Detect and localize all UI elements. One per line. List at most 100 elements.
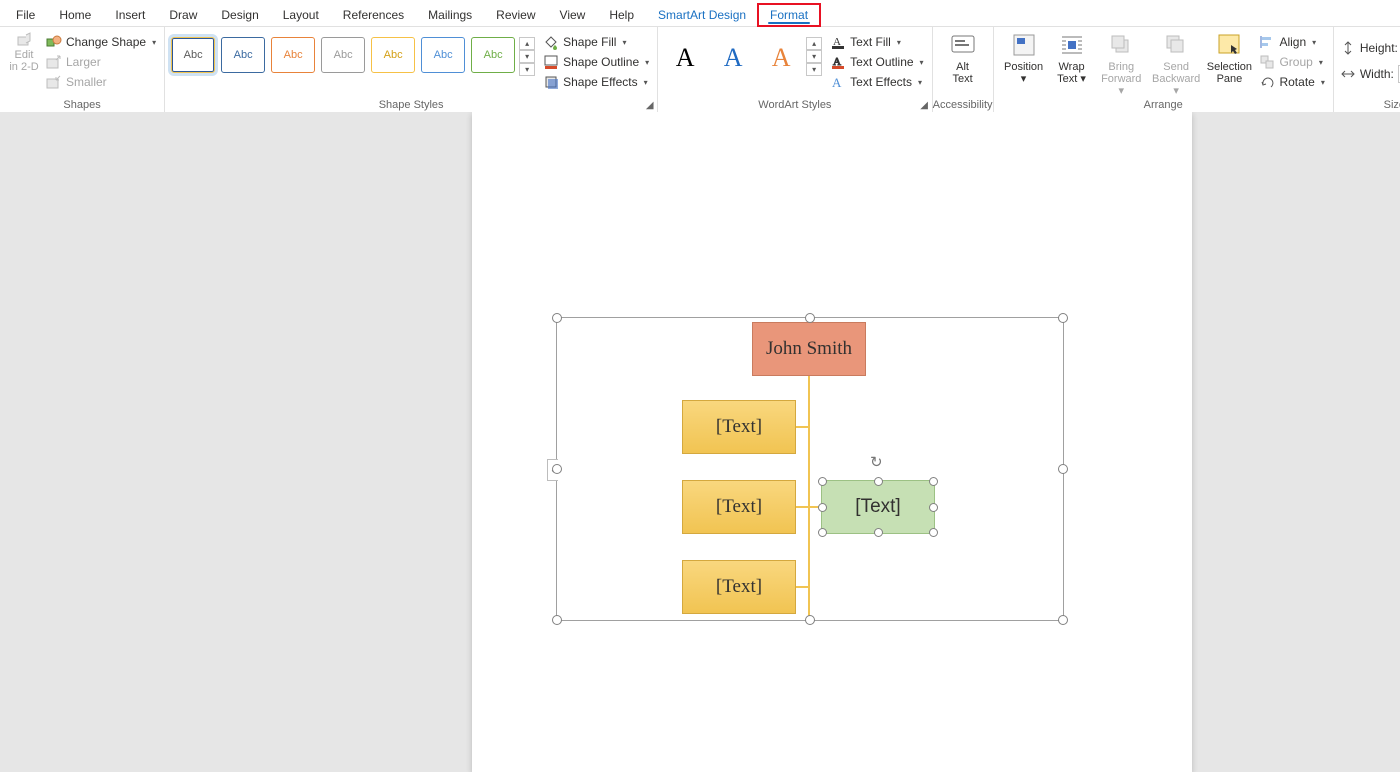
edit-in-2d-label: Edit in 2-D [9, 49, 38, 73]
shape-style-swatch-1[interactable]: Abc [171, 37, 215, 73]
node-handle-e[interactable] [929, 503, 938, 512]
wordart-swatch-2[interactable]: A [712, 37, 754, 73]
edit-2d-icon [16, 31, 32, 47]
align-button[interactable]: Align▾ [1257, 33, 1326, 51]
send-backward-button: SendBackward ▾ [1147, 29, 1205, 99]
selection-pane-button[interactable]: SelectionPane [1205, 29, 1253, 87]
group-accessibility: Alt Text Accessibility [933, 27, 994, 113]
shape-styles-launcher[interactable]: ◢ [644, 100, 655, 111]
alt-text-icon [949, 31, 977, 59]
gallery-up-button[interactable]: ▴ [519, 37, 535, 50]
node-handle-sw[interactable] [818, 528, 827, 537]
shape-style-swatch-6[interactable]: Abc [421, 37, 465, 73]
shape-styles-gallery-scroll[interactable]: ▴ ▾ ▾ [519, 29, 535, 76]
tab-mailings[interactable]: Mailings [416, 4, 484, 26]
frame-handle-e[interactable] [1058, 464, 1068, 474]
smartart-frame[interactable]: John Smith [Text] [Text] [Text] [Text] ↻… [556, 317, 1064, 621]
node-handle-n[interactable] [874, 477, 883, 486]
wrap-text-button[interactable]: WrapText ▾ [1048, 29, 1096, 87]
node-handle-ne[interactable] [929, 477, 938, 486]
bring-forward-label: BringForward ▾ [1100, 61, 1143, 97]
shape-style-swatch-3[interactable]: Abc [271, 37, 315, 73]
wordart-launcher[interactable]: ◢ [919, 100, 930, 111]
tab-insert[interactable]: Insert [103, 4, 157, 26]
text-fill-button[interactable]: A Text Fill▾ [828, 33, 925, 51]
shape-style-swatch-2[interactable]: Abc [221, 37, 265, 73]
wordart-gallery[interactable]: A A A [664, 29, 802, 73]
shape-fill-button[interactable]: Shape Fill▾ [541, 33, 651, 51]
position-button[interactable]: Position▾ [1000, 29, 1048, 87]
selected-node-text: [Text] [855, 496, 900, 518]
larger-label: Larger [66, 55, 101, 69]
tab-view[interactable]: View [548, 4, 598, 26]
tab-format[interactable]: Format [758, 4, 820, 26]
position-icon [1010, 31, 1038, 59]
smartart-child-1[interactable]: [Text] [682, 400, 796, 454]
shape-style-swatch-5[interactable]: Abc [371, 37, 415, 73]
larger-button: Larger [44, 53, 158, 71]
smartart-selected-node[interactable]: [Text] ↻ [821, 480, 935, 534]
rotate-label: Rotate [1279, 75, 1314, 89]
bring-forward-icon [1107, 31, 1135, 59]
wordart-swatch-3[interactable]: A [760, 37, 802, 73]
smaller-icon [46, 74, 62, 90]
frame-handle-s[interactable] [805, 615, 815, 625]
group-shape-styles: Abc Abc Abc Abc Abc Abc Abc ▴ ▾ ▾ Shape … [165, 27, 658, 113]
shape-style-swatch-7[interactable]: Abc [471, 37, 515, 73]
smartart-root-node[interactable]: John Smith [752, 322, 866, 376]
text-outline-button[interactable]: A Text Outline▾ [828, 53, 925, 71]
group-wordart-label: WordArt Styles [658, 99, 931, 113]
text-effects-label: Text Effects [850, 75, 912, 89]
larger-icon [46, 54, 62, 70]
frame-handle-ne[interactable] [1058, 313, 1068, 323]
smartart-child-2[interactable]: [Text] [682, 480, 796, 534]
gallery-down-button[interactable]: ▾ [519, 50, 535, 63]
selection-pane-icon [1215, 31, 1243, 59]
alt-text-button[interactable]: Alt Text [939, 29, 987, 87]
frame-handle-se[interactable] [1058, 615, 1068, 625]
tab-review[interactable]: Review [484, 4, 547, 26]
tab-home[interactable]: Home [47, 4, 103, 26]
wordart-gallery-up[interactable]: ▴ [806, 37, 822, 50]
tab-file[interactable]: File [4, 4, 47, 26]
ribbon-tabs: File Home Insert Draw Design Layout Refe… [0, 0, 1400, 27]
width-label: Width: [1360, 67, 1394, 81]
document-canvas[interactable]: John Smith [Text] [Text] [Text] [Text] ↻… [0, 112, 1400, 772]
rotate-button[interactable]: Rotate▾ [1257, 73, 1326, 91]
rotate-handle-icon[interactable]: ↻ [870, 453, 883, 471]
frame-handle-nw[interactable] [552, 313, 562, 323]
smartart-child-3[interactable]: [Text] [682, 560, 796, 614]
connector-to-child3 [794, 586, 809, 588]
tab-layout[interactable]: Layout [271, 4, 331, 26]
shape-outline-button[interactable]: Shape Outline▾ [541, 53, 651, 71]
node-handle-se[interactable] [929, 528, 938, 537]
frame-handle-sw[interactable] [552, 615, 562, 625]
edit-in-2d-button: Edit in 2-D [4, 29, 44, 75]
gallery-more-button[interactable]: ▾ [519, 63, 535, 76]
tab-references[interactable]: References [331, 4, 416, 26]
node-handle-s[interactable] [874, 528, 883, 537]
wordart-gallery-scroll[interactable]: ▴ ▾ ▾ [806, 29, 822, 76]
shape-style-swatch-4[interactable]: Abc [321, 37, 365, 73]
shape-effects-button[interactable]: Shape Effects▾ [541, 73, 651, 91]
width-icon [1340, 66, 1356, 82]
tab-help[interactable]: Help [597, 4, 646, 26]
wordart-gallery-down[interactable]: ▾ [806, 50, 822, 63]
wordart-swatch-1[interactable]: A [664, 37, 706, 73]
tab-design[interactable]: Design [209, 4, 270, 26]
wrap-text-label: WrapText ▾ [1057, 61, 1086, 85]
change-shape-button[interactable]: Change Shape▾ [44, 33, 158, 51]
node-handle-w[interactable] [818, 503, 827, 512]
node-handle-nw[interactable] [818, 477, 827, 486]
tab-smartart-design[interactable]: SmartArt Design [646, 4, 758, 26]
shape-styles-gallery[interactable]: Abc Abc Abc Abc Abc Abc Abc [171, 29, 515, 73]
align-label: Align [1279, 35, 1306, 49]
tab-draw[interactable]: Draw [157, 4, 209, 26]
text-effects-button[interactable]: A Text Effects▾ [828, 73, 925, 91]
change-shape-icon [46, 34, 62, 50]
shape-outline-icon [543, 54, 559, 70]
frame-handle-n[interactable] [805, 313, 815, 323]
wordart-gallery-more[interactable]: ▾ [806, 63, 822, 76]
frame-handle-w[interactable] [552, 464, 562, 474]
group-size: Height: 0.67" ▴▾ Width: 1.33" ▴▾ Size ◢ [1334, 27, 1400, 113]
